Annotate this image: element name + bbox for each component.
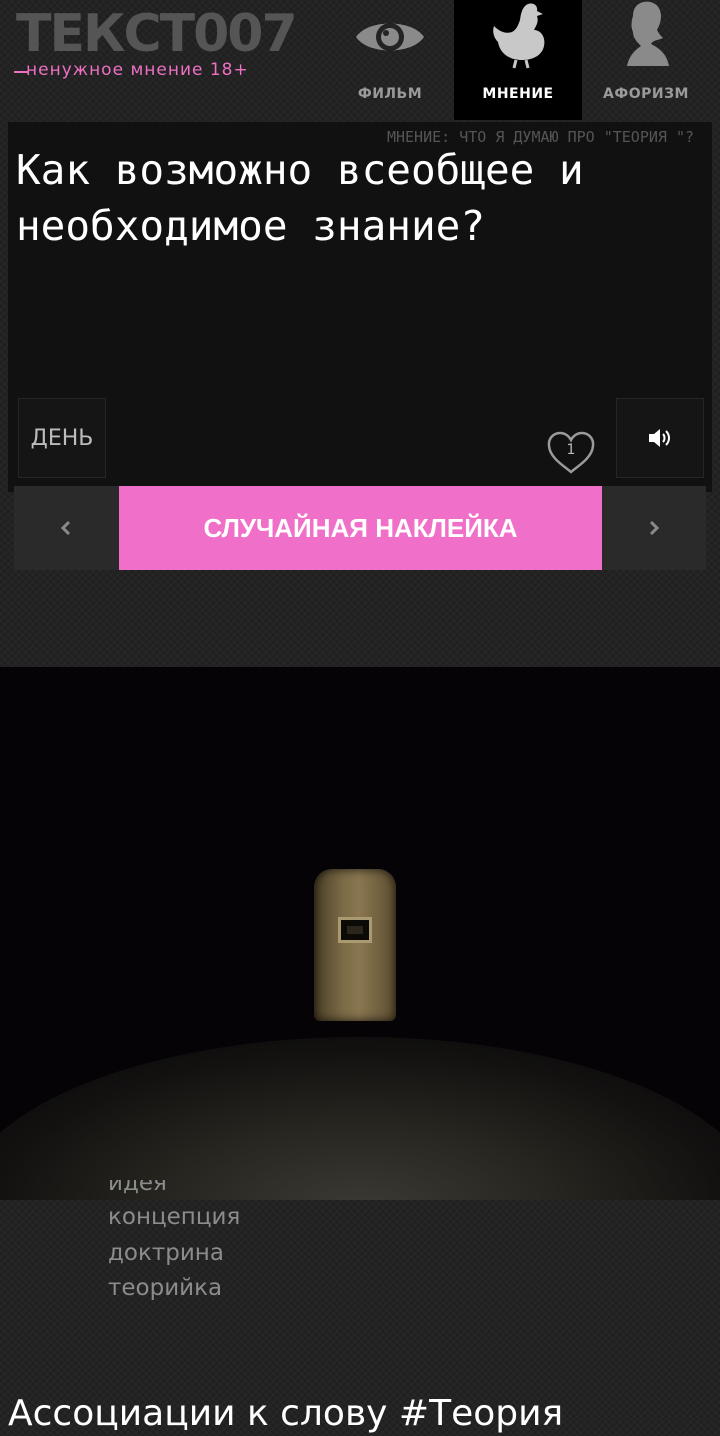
tab-aphorism-label: АФОРИЗМ xyxy=(603,86,689,102)
tab-aphorism[interactable]: АФОРИЗМ xyxy=(582,0,710,120)
scene-floor xyxy=(0,1037,720,1200)
day-button[interactable]: ДЕНЬ xyxy=(18,398,106,478)
like-count: 1 xyxy=(566,442,576,458)
tab-opinion-label: МНЕНИЕ xyxy=(482,86,554,102)
synonym-item[interactable]: доктрина xyxy=(108,1236,508,1272)
site-logo[interactable]: ТЕКСТ007 ненужное мнение 18+ xyxy=(14,2,336,92)
like-button[interactable]: 1 xyxy=(544,428,598,478)
sound-button[interactable] xyxy=(616,398,704,478)
synonym-item-partial: идея xyxy=(108,1180,167,1196)
associations-title: Ассоциации к слову #Теория xyxy=(8,1393,564,1434)
synonyms-list: идея концепция доктрина теорийка xyxy=(108,1180,508,1307)
tab-opinion[interactable]: МНЕНИЕ xyxy=(454,0,582,120)
illustration-image xyxy=(0,667,720,1200)
quote-text: Как возможно всеобщее и необходимое знан… xyxy=(16,146,584,250)
next-button[interactable] xyxy=(602,486,706,570)
prev-button[interactable] xyxy=(14,486,118,570)
scene-door xyxy=(314,869,396,1021)
tab-film-label: ФИЛЬМ xyxy=(357,86,423,102)
synonym-item[interactable]: концепция xyxy=(108,1200,508,1236)
chevron-left-icon xyxy=(60,520,71,536)
eye-icon xyxy=(326,6,454,68)
speaker-icon xyxy=(649,429,670,447)
site-header: ТЕКСТ007 ненужное мнение 18+ ФИЛЬМ МНЕНИ… xyxy=(0,0,720,120)
chevron-right-icon xyxy=(649,520,660,536)
scene-door-window xyxy=(338,917,372,943)
logo-title: ТЕКСТ007 xyxy=(16,4,298,64)
random-sticker-button[interactable]: СЛУЧАЙНАЯ НАКЛЕЙКА xyxy=(119,486,602,570)
random-sticker-bar: СЛУЧАЙНАЯ НАКЛЕЙКА xyxy=(14,486,706,570)
tab-film[interactable]: ФИЛЬМ xyxy=(326,0,454,120)
bust-silhouette-icon xyxy=(582,0,710,70)
opinion-card: МНЕНИЕ: ЧТО Я ДУМАЮ ПРО "ТЕОРИЯ "? Как в… xyxy=(8,122,712,492)
synonym-item[interactable]: теорийка xyxy=(108,1271,508,1307)
logo-subtitle: ненужное мнение 18+ xyxy=(14,60,249,80)
chicken-icon xyxy=(454,0,582,70)
